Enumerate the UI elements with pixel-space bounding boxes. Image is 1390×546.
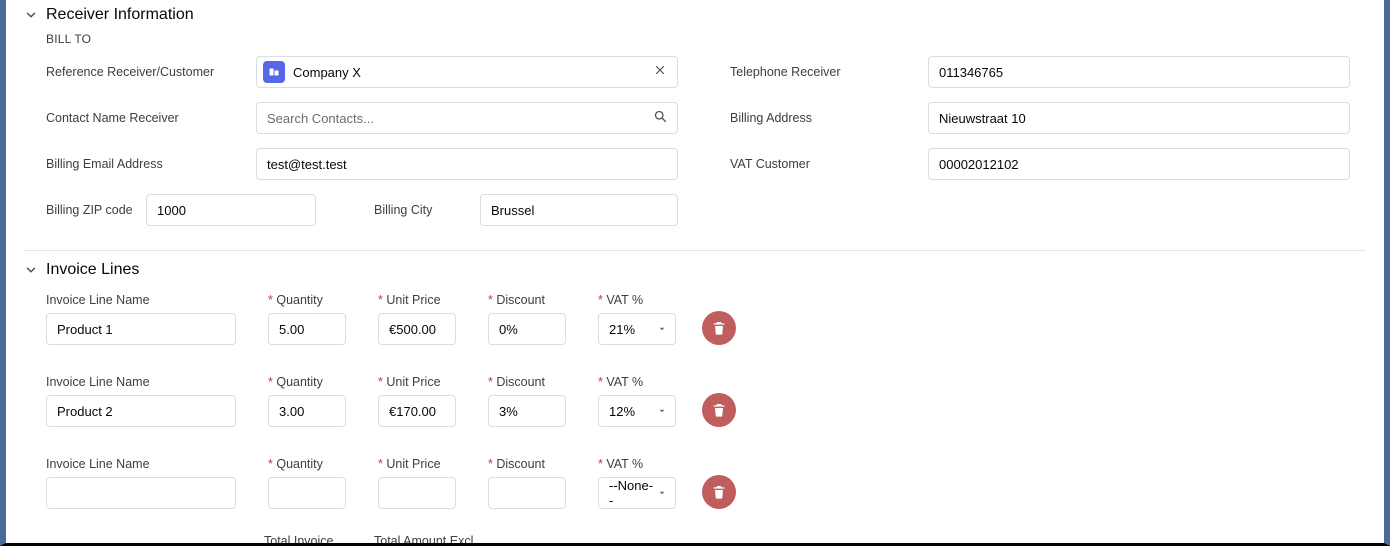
label-vat-customer: VAT Customer (730, 157, 928, 172)
reference-receiver-value: Company X (293, 65, 361, 80)
section-receiver-header: Receiver Information (24, 6, 1366, 24)
section-lines-header: Invoice Lines (24, 261, 1366, 279)
vat-customer-input[interactable] (928, 148, 1350, 180)
caret-down-icon (657, 322, 667, 337)
invoice-line-row: Invoice Line Name Quantity Unit Price Di… (46, 287, 1366, 345)
invoice-line-row: Invoice Line Name Quantity Unit Price Di… (46, 451, 1366, 509)
chevron-down-icon[interactable] (24, 263, 38, 277)
account-icon (263, 61, 285, 83)
label-total-invoice-amount: Total Invoice Amount (264, 533, 374, 546)
label-zip: Billing ZIP code (46, 203, 146, 218)
label-line-discount: Discount (488, 375, 566, 389)
line-discount-input[interactable] (488, 477, 566, 509)
billing-email-input[interactable] (256, 148, 678, 180)
receiver-grid: Reference Receiver/Customer Company X (46, 56, 1366, 240)
zip-input[interactable] (146, 194, 316, 226)
line-qty-input[interactable] (268, 477, 346, 509)
label-contact-name: Contact Name Receiver (46, 111, 256, 126)
label-line-discount: Discount (488, 457, 566, 471)
line-price-input[interactable] (378, 395, 456, 427)
line-name-input[interactable] (46, 395, 236, 427)
divider (24, 250, 1366, 251)
form-panel: Receiver Information BILL TO Reference R… (0, 0, 1390, 546)
label-line-price: Unit Price (378, 293, 456, 307)
city-input[interactable] (480, 194, 678, 226)
line-qty-input[interactable] (268, 313, 346, 345)
line-price-input[interactable] (378, 313, 456, 345)
telephone-input[interactable] (928, 56, 1350, 88)
label-line-qty: Quantity (268, 457, 346, 471)
section-lines-title: Invoice Lines (46, 261, 139, 279)
label-line-name: Invoice Line Name (46, 375, 236, 389)
delete-line-button[interactable] (702, 393, 736, 427)
label-total-excl-vat: Total Amount Excl. VAT (374, 533, 484, 546)
billing-address-input[interactable] (928, 102, 1350, 134)
label-line-price: Unit Price (378, 457, 456, 471)
label-line-vat: VAT % (598, 293, 676, 307)
label-line-name: Invoice Line Name (46, 457, 236, 471)
trash-icon (711, 402, 727, 418)
label-line-qty: Quantity (268, 293, 346, 307)
receiver-left-col: Reference Receiver/Customer Company X (46, 56, 706, 240)
label-billing-address: Billing Address (730, 111, 928, 126)
contact-name-search[interactable] (256, 102, 678, 134)
receiver-right-col: Telephone Receiver Billing Address VAT C… (706, 56, 1366, 240)
label-line-qty: Quantity (268, 375, 346, 389)
reference-receiver-lookup[interactable]: Company X (256, 56, 678, 88)
section-receiver-title: Receiver Information (46, 6, 194, 24)
caret-down-icon (657, 486, 667, 501)
label-reference-receiver: Reference Receiver/Customer (46, 65, 256, 80)
clear-icon[interactable] (653, 63, 667, 81)
label-line-vat: VAT % (598, 375, 676, 389)
line-vat-select[interactable]: 21% (598, 313, 676, 345)
chevron-down-icon[interactable] (24, 8, 38, 22)
invoice-line-row: Invoice Line Name Quantity Unit Price Di… (46, 369, 1366, 427)
delete-line-button[interactable] (702, 311, 736, 345)
caret-down-icon (657, 404, 667, 419)
line-vat-value: 12% (609, 404, 635, 419)
line-vat-select[interactable]: 12% (598, 395, 676, 427)
totals-row: Total Invoice Amount Total Amount Excl. … (46, 533, 1366, 546)
line-vat-select[interactable]: --None-- (598, 477, 676, 509)
label-line-name: Invoice Line Name (46, 293, 236, 307)
delete-line-button[interactable] (702, 475, 736, 509)
label-city: Billing City (374, 203, 480, 218)
line-name-input[interactable] (46, 477, 236, 509)
line-vat-value: 21% (609, 322, 635, 337)
line-discount-input[interactable] (488, 395, 566, 427)
invoice-lines: Invoice Line Name Quantity Unit Price Di… (46, 287, 1366, 509)
line-name-input[interactable] (46, 313, 236, 345)
line-discount-input[interactable] (488, 313, 566, 345)
line-price-input[interactable] (378, 477, 456, 509)
line-qty-input[interactable] (268, 395, 346, 427)
content: Receiver Information BILL TO Reference R… (6, 6, 1384, 546)
trash-icon (711, 484, 727, 500)
label-billing-email: Billing Email Address (46, 157, 256, 172)
label-line-discount: Discount (488, 293, 566, 307)
label-line-price: Unit Price (378, 375, 456, 389)
label-telephone: Telephone Receiver (730, 65, 928, 80)
bill-to-label: BILL TO (46, 32, 1366, 46)
trash-icon (711, 320, 727, 336)
label-line-vat: VAT % (598, 457, 676, 471)
line-vat-value: --None-- (609, 478, 657, 508)
